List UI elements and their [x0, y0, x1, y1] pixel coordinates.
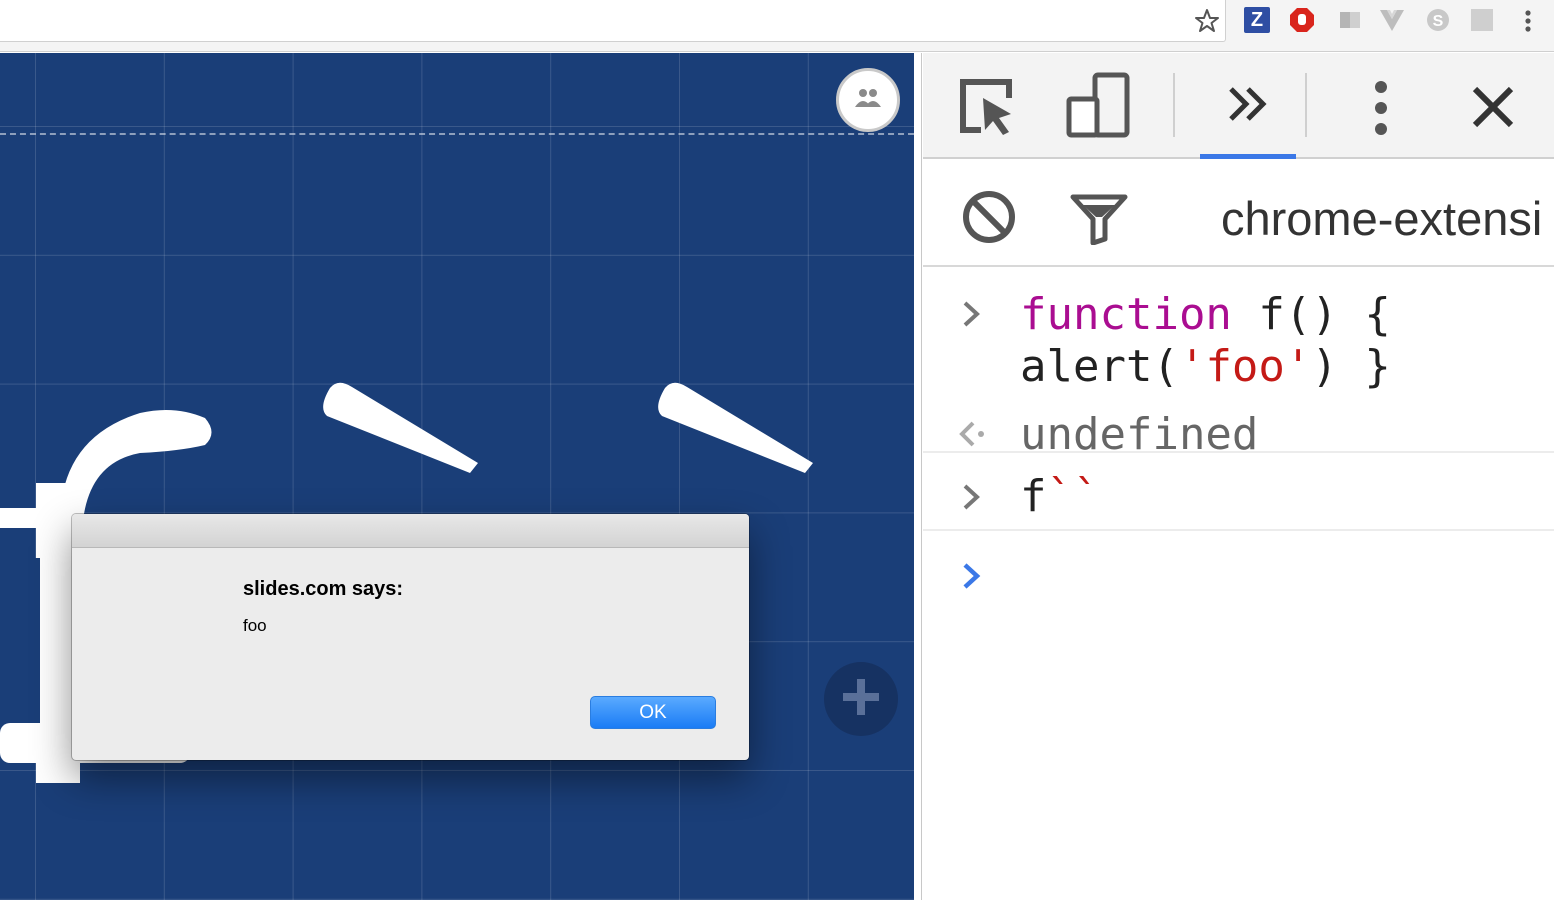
- toolbar-separator: [1173, 73, 1175, 137]
- chevron-right-icon: [957, 482, 987, 512]
- devtools-toolbar: [923, 53, 1554, 159]
- chevron-right-icon: [957, 561, 987, 591]
- devtools-panel: chrome-extensi function f() { alert('foo…: [923, 53, 1554, 900]
- plus-icon: [841, 677, 881, 722]
- clear-console-icon[interactable]: [961, 189, 1017, 250]
- browser-toolbar: Z S: [0, 0, 1554, 52]
- alert-dialog: slides.com says: foo OK: [72, 514, 749, 760]
- close-icon[interactable]: [1471, 85, 1515, 134]
- dialog-titlebar: [72, 514, 749, 548]
- menu-dots-icon[interactable]: [1516, 6, 1540, 36]
- address-bar[interactable]: [0, 0, 1226, 42]
- people-icon: [853, 87, 883, 114]
- panel-divider[interactable]: [914, 53, 922, 900]
- ok-button[interactable]: OK: [590, 696, 716, 729]
- code-string: 'foo': [1178, 341, 1312, 392]
- console-result: undefined: [1020, 409, 1259, 460]
- extension-skype-icon[interactable]: S: [1425, 7, 1451, 33]
- console-input-line1: function f() {: [1020, 289, 1391, 341]
- console-entry: function f() { alert('foo') } undefined: [923, 269, 1554, 460]
- inspect-element-icon[interactable]: [959, 78, 1019, 141]
- context-selector[interactable]: chrome-extensi: [1221, 191, 1542, 246]
- more-tabs-icon[interactable]: [1227, 85, 1269, 128]
- extension-z-icon[interactable]: Z: [1244, 7, 1270, 33]
- return-arrow-icon: [957, 419, 987, 449]
- console-toolbar: chrome-extensi: [923, 161, 1554, 267]
- dialog-title: slides.com says:: [243, 578, 404, 600]
- dialog-message: foo: [243, 616, 267, 635]
- star-icon[interactable]: [1192, 6, 1222, 36]
- console-input-line2: alert('foo') }: [1020, 341, 1391, 393]
- svg-text:S: S: [1433, 13, 1444, 30]
- slide-text-art: [0, 382, 813, 783]
- console-prompt-row[interactable]: [923, 533, 1554, 613]
- extension-stop-icon[interactable]: [1289, 7, 1315, 33]
- slide-canvas[interactable]: [0, 53, 914, 900]
- code-template: ``: [1046, 471, 1100, 522]
- extension-vue-icon[interactable]: [1379, 7, 1405, 33]
- chevron-right-icon: [957, 299, 987, 329]
- collaborators-button[interactable]: [836, 68, 900, 132]
- code-keyword: function: [1020, 289, 1232, 340]
- device-toolbar-icon[interactable]: [1065, 71, 1131, 144]
- code-text: f: [1020, 471, 1047, 522]
- console-input: f``: [1020, 471, 1099, 523]
- filter-icon[interactable]: [1069, 193, 1129, 250]
- console-output[interactable]: function f() { alert('foo') } undefined …: [923, 269, 1554, 900]
- code-text: ) }: [1311, 341, 1391, 392]
- extension-z-label: Z: [1250, 8, 1264, 31]
- code-text: alert(: [1020, 341, 1179, 392]
- add-slide-button[interactable]: [824, 662, 898, 736]
- extension-generic-icon[interactable]: [1337, 7, 1363, 33]
- toolbar-separator: [1305, 73, 1307, 137]
- code-text: f() {: [1231, 289, 1391, 340]
- console-entry: f``: [923, 455, 1554, 531]
- kebab-menu-icon[interactable]: [1370, 79, 1392, 142]
- active-tab-indicator: [1200, 154, 1296, 159]
- extension-generic-icon[interactable]: [1469, 7, 1495, 33]
